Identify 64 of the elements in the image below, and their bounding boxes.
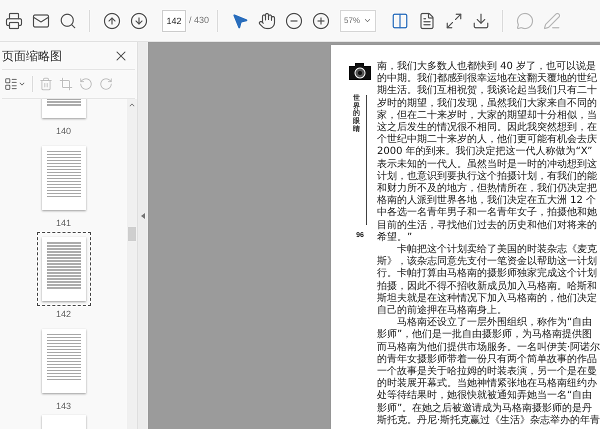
mail-icon: [32, 12, 50, 30]
text-line: 马格南还设立了一层外围组织，称作为“自由: [396, 317, 594, 328]
text-line: 目前的生活，寻找他们过去的历史和他们对将来的: [377, 220, 598, 232]
text-line: 自己的前途押在马格南身上。: [377, 305, 508, 316]
hand-icon: [258, 12, 276, 30]
zoom-out-icon: [284, 12, 303, 30]
scroll-up-icon[interactable]: [128, 101, 136, 109]
text-line: 和财力所不及的地方，但热情所在，我们仍决定把: [377, 183, 598, 194]
printer-icon: [4, 12, 22, 30]
fit-page-icon: [418, 12, 436, 30]
text-line: 的中期。我们都感到很幸运地在这翻天覆地的世纪: [377, 73, 598, 84]
pen-icon: [542, 12, 561, 30]
scrollbar[interactable]: [127, 99, 137, 429]
text-line: 的时装展开幕式。当她神情紧张地在马格南纽约办: [377, 378, 598, 390]
text-line: 格南的人派到世界各地，我们决定在五大洲 12 个: [377, 195, 598, 206]
text-line: 斯》，该杂志同意先支付一笔资金以帮助这一计划: [377, 256, 598, 268]
page-number-label: 143: [56, 400, 72, 412]
page-thumbnail: [42, 146, 86, 210]
text-line: 计划，也意识到要执行这个拍摄计划，有我们的能: [377, 170, 598, 182]
text-line: 2000 年的到来。我们决定把这一代人称做为“X”: [377, 146, 594, 158]
text-line: 影师”，他们是一批自由摄影师，为马格南提供图: [377, 329, 594, 342]
panel-title: 页面缩略图: [2, 48, 62, 65]
text-line: 家，但在二十来岁时，大家的期望却十分相似，当: [377, 110, 598, 122]
search-icon: [58, 12, 76, 30]
page-number-field[interactable]: 142: [162, 10, 186, 32]
text-line: 一个故事是关于哈拉姆的时装表演，另一个是在曼: [377, 366, 598, 378]
comment-icon: [516, 12, 534, 30]
text-line: 个世纪中期二十来岁的人，他们更可能有机会去庆: [377, 134, 598, 146]
text-line: 希望。”: [377, 232, 414, 244]
thumbnail-frame[interactable]: [36, 232, 90, 306]
text-line: 斯坦夫就是在这种情况下加入马格南的，他们决定: [377, 292, 598, 304]
text-line: 拍摄，因此不得不招收新成员加入马格南。哈斯和: [377, 280, 598, 292]
text-line: 的青年女摄影师带着一份只有两个简单故事的作品: [377, 354, 598, 366]
scrollbar-thumb[interactable]: [128, 227, 136, 241]
text-line: 斯托克。丹尼·斯托克赢过《生活》杂志举办的年青: [377, 414, 600, 428]
text-line: 表示未知的一代人。虽然当时是一时的冲动想到这: [377, 158, 598, 170]
text-line: 影师”。在她之后被邀请成为马格南摄影师的是丹: [377, 402, 594, 414]
text-line: 这之后发生的情况很不相同。因此我突然想到，在: [377, 122, 598, 134]
options-button[interactable]: [4, 77, 26, 91]
zoom-in-icon: [312, 12, 330, 30]
camera-drawing: [348, 61, 372, 81]
page-number-label: 141: [56, 216, 72, 230]
download-icon: [472, 12, 490, 30]
text-line: 而马格南为他们提供市场服务。一名叫伊芙·阿诺尔: [377, 342, 600, 354]
pointer-icon: [230, 12, 249, 30]
text-line: 南，我们大多数人也都快到 40 岁了，也可以说是: [377, 61, 598, 72]
page-total: / 430: [189, 14, 210, 27]
zoom-dropdown[interactable]: 57%: [340, 10, 376, 32]
caret-icon: [363, 16, 372, 25]
list-icon: [4, 77, 18, 91]
collapse-handle-icon[interactable]: [141, 212, 145, 218]
text-line: 中各选一名青年男子和一名青年女子，拍摄他和她: [377, 207, 598, 220]
page-thumbnail: [42, 328, 86, 392]
text-line: 岁时的期望，我们发现，虽然我们大家来自不同的: [377, 98, 598, 110]
fullscreen-icon: [444, 12, 463, 30]
text-line: 行。卡帕打算由马格南的摄影师独家完成这个计划: [377, 268, 598, 280]
page-number-label: 140: [56, 125, 72, 138]
page-thumbnail: [42, 237, 86, 301]
text-line: 期生活。我们互相祝贺，我谈论起当我们只有二十: [377, 85, 598, 98]
text-line: 处等待结果时，她很快就被通知弄她当一名“自由: [377, 390, 594, 402]
page-number-label: 142: [56, 308, 72, 321]
text-line: 卡帕把这个计划卖给了美国的时装杂志《麦克: [396, 244, 598, 256]
scroll-mode-icon: [390, 12, 409, 30]
caret-icon: [18, 80, 26, 88]
